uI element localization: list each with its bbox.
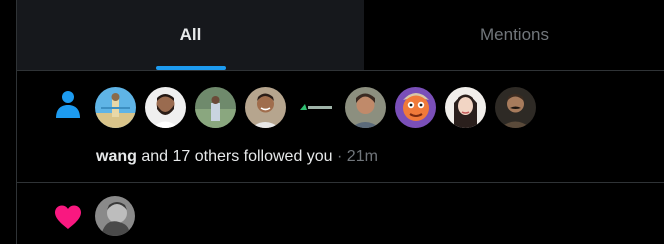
active-tab-indicator (156, 66, 226, 70)
follow-notification[interactable]: wang and 17 others followed you · 21m (17, 71, 664, 183)
avatar[interactable] (445, 87, 486, 128)
avatar[interactable] (195, 87, 236, 128)
others-followed-text: and 17 others followed you (136, 148, 333, 165)
person-icon (56, 91, 80, 118)
tab-all-label: All (179, 25, 202, 44)
avatar[interactable] (245, 87, 286, 128)
avatar[interactable] (345, 87, 386, 128)
tab-mentions-label: Mentions (480, 25, 549, 44)
avatar[interactable] (95, 87, 136, 128)
timestamp: 21m (346, 148, 378, 165)
avatar[interactable] (495, 87, 536, 128)
notification-tabs: All Mentions (17, 0, 664, 71)
tab-all[interactable]: All (17, 0, 364, 70)
avatar[interactable] (145, 87, 186, 128)
like-notification[interactable] (17, 183, 664, 244)
follow-notification-text: wang and 17 others followed you · 21m (96, 148, 378, 166)
heart-icon (55, 205, 81, 229)
avatar[interactable] (95, 196, 135, 236)
avatar[interactable] (395, 87, 436, 128)
notifications-panel: All Mentions wang and 17 others followed… (16, 0, 664, 244)
separator-dot: · (332, 148, 347, 165)
actor-name[interactable]: wang (96, 148, 137, 165)
tab-mentions[interactable]: Mentions (364, 0, 664, 70)
avatar[interactable] (295, 87, 336, 128)
